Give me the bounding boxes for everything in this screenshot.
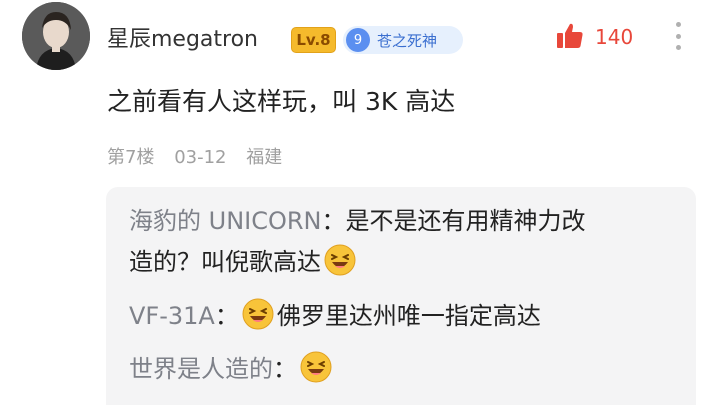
comment-meta: 第7楼 03-12 福建 <box>107 143 296 169</box>
floor-number: 第7楼 <box>107 147 155 168</box>
thumbs-up-icon[interactable] <box>555 21 585 51</box>
comment-card: 星辰megatron Lv.8 9 苍之死神 140 之前看有人这样玩，叫 3K… <box>0 0 720 405</box>
title-badge[interactable]: 9 苍之死神 <box>343 26 463 54</box>
avatar-image <box>22 2 90 70</box>
title-badge-number: 9 <box>346 28 370 52</box>
reply-item[interactable]: VF-31A： 佛罗里达州唯一指定高达 <box>129 297 541 334</box>
reply-item[interactable]: 海豹的 UNICORN：是不是还有用精神力改 <box>129 203 586 239</box>
reply-item-continued: 造的？叫倪歌高达 <box>129 243 359 280</box>
level-badge: Lv.8 <box>291 27 336 53</box>
avatar[interactable] <box>22 2 90 70</box>
like-count[interactable]: 140 <box>595 25 633 49</box>
reply-author[interactable]: 世界是人造的 <box>129 355 273 383</box>
replies-panel: 海豹的 UNICORN：是不是还有用精神力改 造的？叫倪歌高达 VF-31A： … <box>106 187 696 405</box>
reply-author[interactable]: 海豹的 UNICORN <box>129 207 322 235</box>
more-options-icon[interactable] <box>668 18 688 54</box>
reply-author[interactable]: VF-31A <box>129 302 215 330</box>
reply-separator: ： <box>214 302 239 330</box>
laughing-emoji-icon <box>241 297 275 331</box>
reply-text: 佛罗里达州唯一指定高达 <box>276 302 541 330</box>
reply-text: 是不是还有用精神力改 <box>345 207 586 235</box>
reply-separator: ： <box>273 355 297 383</box>
comment-text: 之前看有人这样玩，叫 3K 高达 <box>107 87 456 116</box>
reply-separator: ： <box>321 207 346 235</box>
title-badge-text: 苍之死神 <box>377 31 438 50</box>
comment-date: 03-12 <box>174 147 227 168</box>
reply-text: 造的？叫倪歌高达 <box>129 248 321 276</box>
laughing-emoji-icon <box>323 243 357 277</box>
comment-location: 福建 <box>246 147 283 168</box>
laughing-emoji-icon <box>299 350 333 384</box>
username[interactable]: 星辰megatron <box>107 21 258 53</box>
reply-item[interactable]: 世界是人造的： <box>129 350 335 387</box>
